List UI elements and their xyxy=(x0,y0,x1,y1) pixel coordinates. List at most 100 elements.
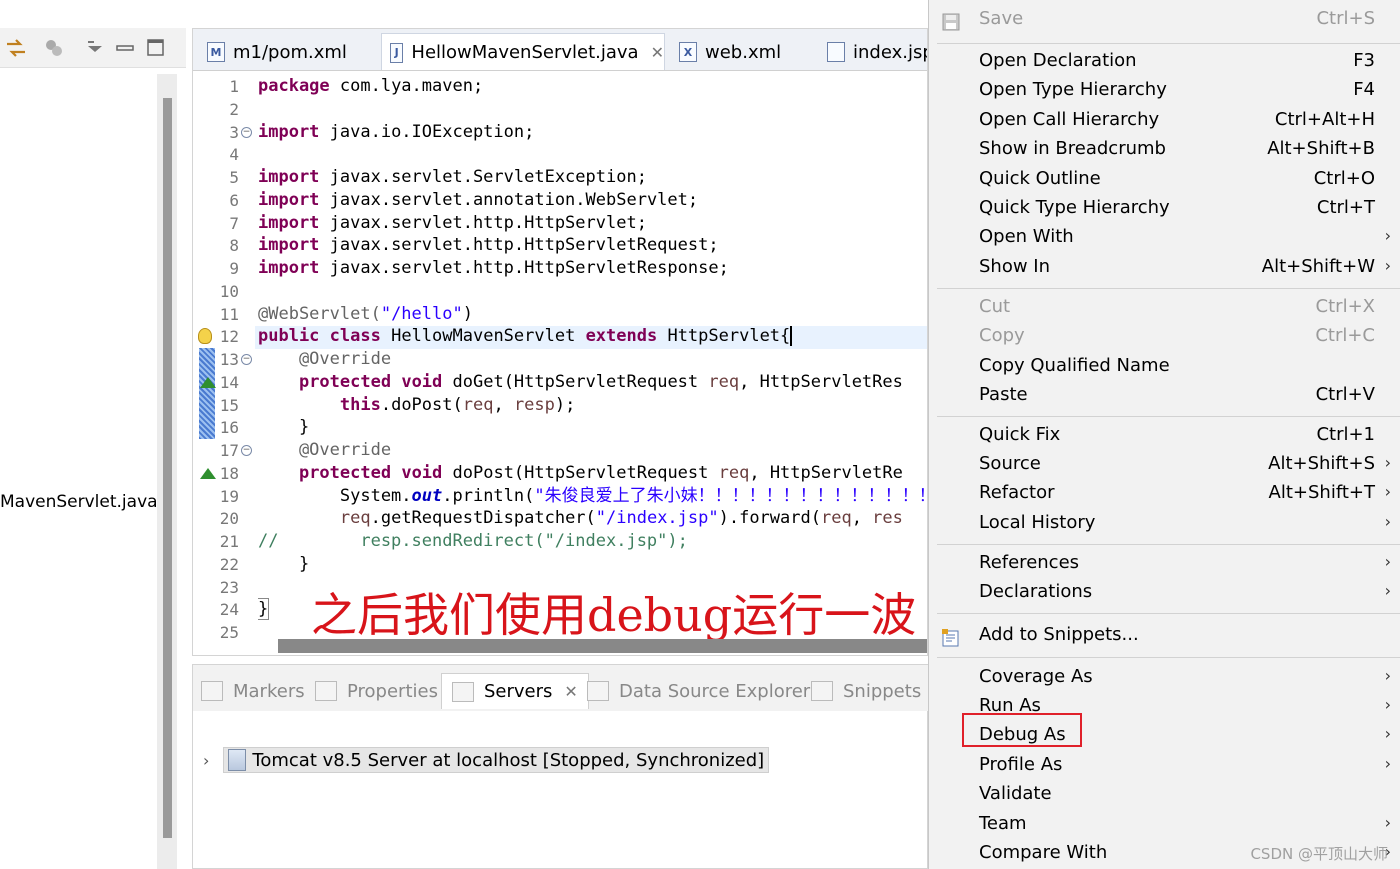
code-line[interactable]: import javax.servlet.ServletException; xyxy=(258,166,647,189)
line-number: 24 xyxy=(219,600,239,620)
code-line[interactable]: @WebServlet("/hello") xyxy=(258,303,473,326)
code-line[interactable]: req.getRequestDispatcher("/index.jsp").f… xyxy=(258,507,903,530)
package-explorer-scrollbar[interactable] xyxy=(157,74,177,869)
editor-tab[interactable]: index.jsp xyxy=(819,33,927,70)
menu-item-refactor[interactable]: Refactor Alt+Shift+T › xyxy=(929,480,1400,509)
code-line[interactable]: import javax.servlet.http.HttpServlet; xyxy=(258,212,647,235)
menu-item-label: Source xyxy=(979,453,1041,474)
server-entry[interactable]: Tomcat v8.5 Server at localhost [Stopped… xyxy=(223,747,770,773)
menu-item-open-with[interactable]: Open With › xyxy=(929,224,1400,253)
code-line[interactable]: import javax.servlet.http.HttpServletRes… xyxy=(258,257,729,280)
code-token: @Override xyxy=(258,440,392,460)
menu-item-label: Copy xyxy=(979,325,1025,346)
editor-gutter: 1 2 3 4 5 6 7 8 9 10 11 12 13 14 15 16 17 18 19 20 21 22 23 24 2… xyxy=(193,73,255,653)
bottom-tab[interactable]: Snippets xyxy=(811,673,921,709)
link-with-editor-icon[interactable] xyxy=(4,36,28,60)
menu-item-cut[interactable]: Cut Ctrl+X xyxy=(929,294,1400,323)
code-line[interactable]: protected void doGet(HttpServletRequest … xyxy=(258,371,903,394)
code-line[interactable]: public class HellowMavenServlet extends … xyxy=(258,325,793,348)
code-token: javax.servlet.http.HttpServletRequest; xyxy=(319,235,719,256)
menu-item-open-declaration[interactable]: Open Declaration F3 xyxy=(929,48,1400,77)
code-line[interactable]: @Override xyxy=(258,439,391,462)
menu-item-profile-as[interactable]: Profile As › xyxy=(929,752,1400,781)
menu-item-open-call-hierarchy[interactable]: Open Call Hierarchy Ctrl+Alt+H xyxy=(929,107,1400,136)
close-icon[interactable]: ✕ xyxy=(651,43,664,62)
menu-item-quick-type-hierarchy[interactable]: Quick Type Hierarchy Ctrl+T xyxy=(929,195,1400,224)
menu-item-quick-fix[interactable]: Quick Fix Ctrl+1 xyxy=(929,422,1400,451)
package-explorer-file[interactable]: MavenServlet.java xyxy=(0,492,158,512)
code-line[interactable]: // resp.sendRedirect("/index.jsp"); xyxy=(258,530,688,553)
fold-toggle-icon[interactable]: − xyxy=(241,126,252,138)
menu-item-label: Coverage As xyxy=(979,666,1093,687)
server-entry-row[interactable]: › Tomcat v8.5 Server at localhost [Stopp… xyxy=(203,747,770,773)
bottom-tab[interactable]: Properties xyxy=(315,673,438,709)
scrollbar-thumb[interactable] xyxy=(163,98,172,838)
menu-item-paste[interactable]: Paste Ctrl+V xyxy=(929,382,1400,411)
code-token: doPost(HttpServletRequest xyxy=(442,462,719,483)
editor-tab[interactable]: Mm1/pom.xml xyxy=(199,33,375,70)
code-line[interactable]: } xyxy=(258,598,270,621)
jsp-file-icon xyxy=(827,42,845,62)
code-token: resp xyxy=(513,394,555,415)
code-line[interactable]: import java.io.IOException; xyxy=(258,121,534,144)
editor-tab[interactable]: Xweb.xml xyxy=(671,33,811,70)
menu-item-references[interactable]: References › xyxy=(929,550,1400,579)
menu-item-coverage-as[interactable]: Coverage As › xyxy=(929,664,1400,693)
menu-item-save[interactable]: Save Ctrl+S xyxy=(929,6,1400,35)
menu-item-shortcut: Ctrl+T xyxy=(1316,197,1375,218)
code-line[interactable]: package com.lya.maven; xyxy=(258,75,483,98)
bottom-tab[interactable]: Markers xyxy=(201,673,305,709)
menu-item-show-in[interactable]: Show In Alt+Shift+W › xyxy=(929,254,1400,283)
code-line[interactable]: } xyxy=(258,553,309,576)
properties-icon xyxy=(315,681,337,701)
close-icon[interactable]: ✕ xyxy=(564,682,577,701)
menu-item-open-type-hierarchy[interactable]: Open Type Hierarchy F4 xyxy=(929,77,1400,106)
menu-item-team[interactable]: Team › xyxy=(929,811,1400,840)
collapse-all-icon[interactable] xyxy=(42,36,66,60)
minimize-icon[interactable] xyxy=(114,36,138,60)
override-arrow-icon[interactable] xyxy=(200,376,216,388)
maximize-icon[interactable] xyxy=(144,36,168,60)
menu-item-add-to-snippets[interactable]: Add to Snippets... xyxy=(929,622,1400,651)
menu-item-label: Open With xyxy=(979,226,1074,247)
menu-item-local-history[interactable]: Local History › xyxy=(929,510,1400,539)
fold-toggle-icon[interactable]: − xyxy=(241,445,252,456)
menu-item-source[interactable]: Source Alt+Shift+S › xyxy=(929,451,1400,480)
code-line[interactable]: } xyxy=(258,416,309,439)
code-line[interactable]: System.out.println("朱俊良爱上了朱小妹！！！！！！！！！！！… xyxy=(258,485,927,508)
override-arrow-icon[interactable] xyxy=(200,467,216,479)
bottom-tab[interactable]: Servers ✕ xyxy=(441,673,589,709)
save-icon xyxy=(941,12,961,32)
code-line[interactable]: import javax.servlet.annotation.WebServl… xyxy=(258,189,698,212)
warning-lightbulb-icon[interactable] xyxy=(198,328,212,345)
java-file-icon: J xyxy=(390,42,404,63)
chevron-right-icon[interactable]: › xyxy=(203,751,209,770)
code-token: } xyxy=(258,598,270,621)
code-line[interactable]: @Override xyxy=(258,348,391,371)
code-token: .println( xyxy=(442,485,535,506)
view-menu-icon[interactable] xyxy=(84,36,108,60)
menu-item-copy-qualified-name[interactable]: Copy Qualified Name xyxy=(929,353,1400,382)
menu-item-show-in-breadcrumb[interactable]: Show in Breadcrumb Alt+Shift+B xyxy=(929,136,1400,165)
menu-separator xyxy=(937,43,1400,44)
code-area[interactable]: package com.lya.maven; import java.io.IOE… xyxy=(258,73,927,633)
menu-item-validate[interactable]: Validate xyxy=(929,781,1400,810)
menu-item-declarations[interactable]: Declarations › xyxy=(929,579,1400,608)
code-line[interactable]: protected void doPost(HttpServletRequest… xyxy=(258,462,903,485)
code-line[interactable]: this.doPost(req, resp); xyxy=(258,394,575,417)
code-token: ); xyxy=(554,394,576,415)
menu-item-copy[interactable]: Copy Ctrl+C xyxy=(929,323,1400,352)
line-number: 17 xyxy=(219,441,239,460)
editor-horizontal-scrollbar[interactable] xyxy=(278,639,927,653)
code-editor[interactable]: Mm1/pom.xml J HellowMavenServlet.java ✕ Xweb… xyxy=(192,28,928,656)
code-line[interactable]: import javax.servlet.http.HttpServletReq… xyxy=(258,234,719,257)
bottom-tab[interactable]: Data Source Explorer xyxy=(587,673,810,709)
markers-icon xyxy=(201,681,223,701)
menu-item-quick-outline[interactable]: Quick Outline Ctrl+O xyxy=(929,166,1400,195)
fold-toggle-icon[interactable]: − xyxy=(241,354,252,365)
editor-tab[interactable]: J HellowMavenServlet.java ✕ xyxy=(381,33,665,70)
menu-item-label: References xyxy=(979,552,1080,573)
line-number: 21 xyxy=(219,532,239,551)
menu-item-label: Open Type Hierarchy xyxy=(979,79,1167,100)
